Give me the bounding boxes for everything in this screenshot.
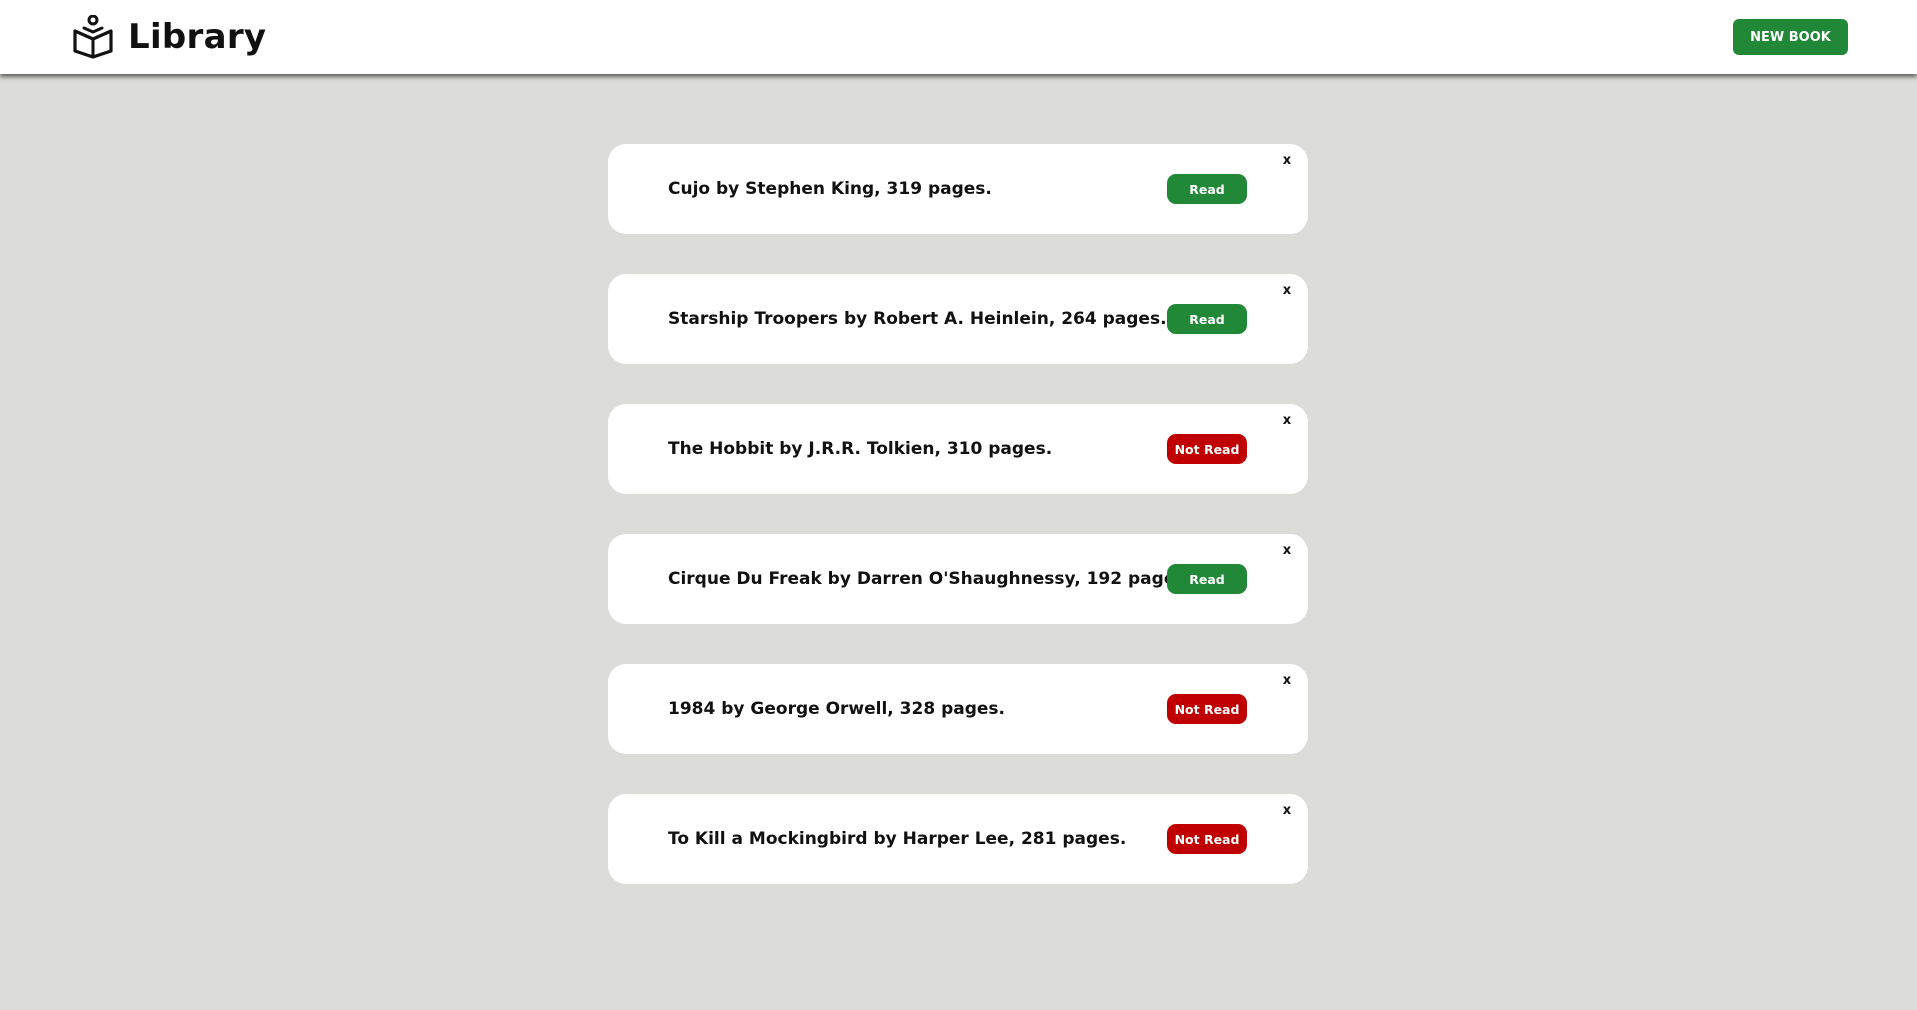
app-title: Library	[128, 17, 267, 57]
remove-book-button[interactable]: x	[1280, 672, 1294, 690]
book-card: Cujo by Stephen King, 319 pages. Read x	[608, 144, 1308, 234]
book-card: To Kill a Mockingbird by Harper Lee, 281…	[608, 794, 1308, 884]
book-info: Cujo by Stephen King, 319 pages.	[668, 179, 992, 199]
book-reader-icon	[73, 15, 113, 59]
read-status-button[interactable]: Not Read	[1167, 434, 1247, 464]
book-info: To Kill a Mockingbird by Harper Lee, 281…	[668, 829, 1127, 849]
book-info: 1984 by George Orwell, 328 pages.	[668, 699, 1005, 719]
read-status-button[interactable]: Not Read	[1167, 694, 1247, 724]
book-card: Cirque Du Freak by Darren O'Shaughnessy,…	[608, 534, 1308, 624]
book-info: The Hobbit by J.R.R. Tolkien, 310 pages.	[668, 439, 1053, 459]
read-status-button[interactable]: Read	[1167, 174, 1247, 204]
book-card: The Hobbit by J.R.R. Tolkien, 310 pages.…	[608, 404, 1308, 494]
remove-book-button[interactable]: x	[1280, 412, 1294, 430]
book-info: Cirque Du Freak by Darren O'Shaughnessy,…	[668, 569, 1192, 589]
new-book-button[interactable]: NEW BOOK	[1733, 19, 1848, 55]
remove-book-button[interactable]: x	[1280, 802, 1294, 820]
read-status-button[interactable]: Not Read	[1167, 824, 1247, 854]
read-status-button[interactable]: Read	[1167, 304, 1247, 334]
book-list: Cujo by Stephen King, 319 pages. Read x …	[608, 144, 1308, 924]
book-card: Starship Troopers by Robert A. Heinlein,…	[608, 274, 1308, 364]
app-header: Library NEW BOOK	[0, 0, 1917, 74]
book-card: 1984 by George Orwell, 328 pages. Not Re…	[608, 664, 1308, 754]
remove-book-button[interactable]: x	[1280, 282, 1294, 300]
remove-book-button[interactable]: x	[1280, 542, 1294, 560]
read-status-button[interactable]: Read	[1167, 564, 1247, 594]
brand: Library	[72, 14, 266, 60]
remove-book-button[interactable]: x	[1280, 152, 1294, 170]
book-info: Starship Troopers by Robert A. Heinlein,…	[668, 309, 1167, 329]
